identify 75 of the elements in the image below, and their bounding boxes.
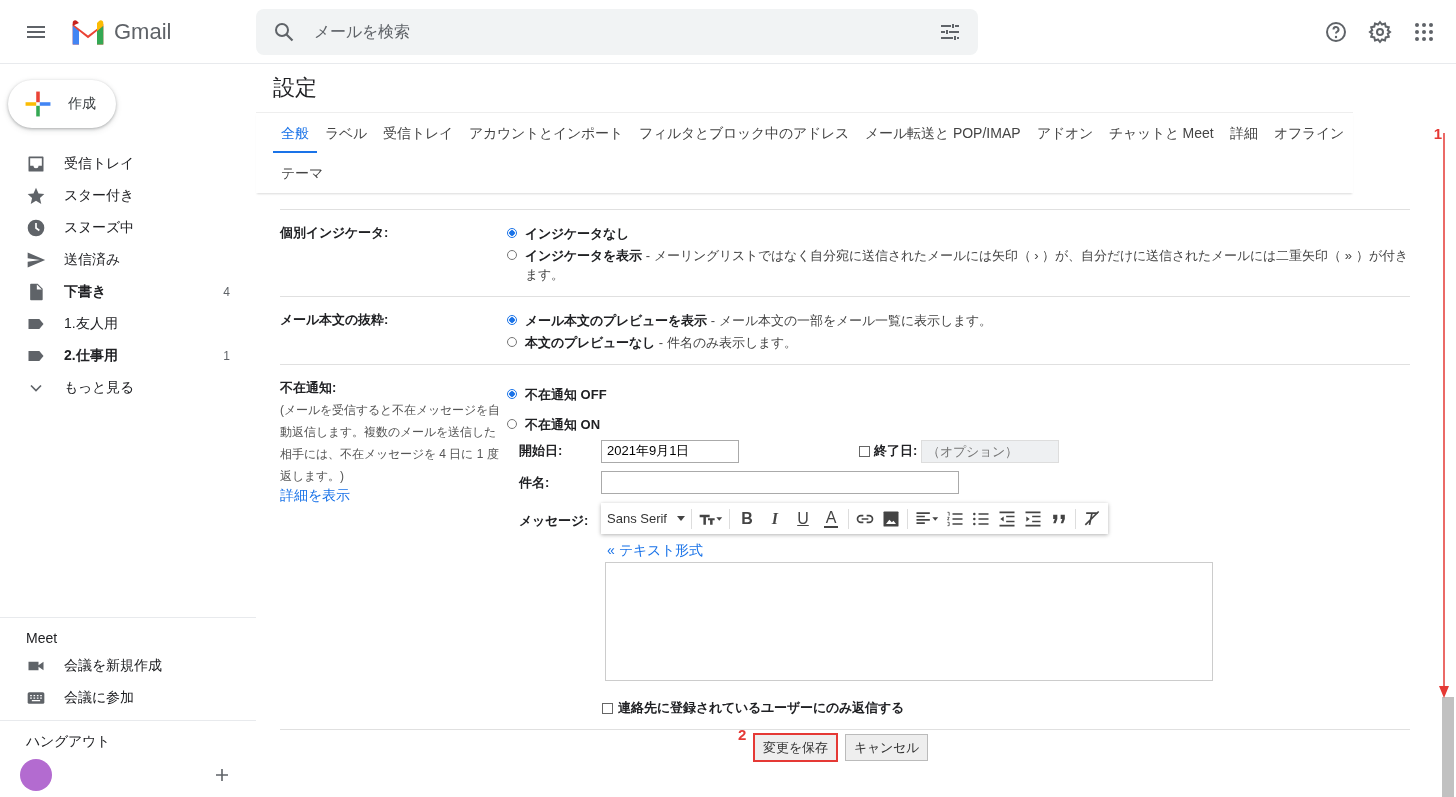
search-bar[interactable]: メールを検索 [256, 8, 978, 55]
option-label: インジケータを表示 - メーリングリストではなく自分宛に送信されたメールには矢印（ › ）が、自分だけに送信されたメールには二重矢印（ » ）が付きます。 [525, 247, 1409, 284]
checkbox[interactable] [602, 702, 613, 714]
details-link[interactable]: 詳細を表示 [280, 487, 507, 505]
checkbox-label: 連絡先に登録されているユーザーにのみ返信する [618, 699, 904, 717]
settings-tab[interactable]: フィルタとブロック中のアドレス [631, 113, 857, 153]
inbox-icon [26, 154, 46, 174]
radio-button[interactable] [507, 389, 517, 399]
compose-button[interactable]: 作成 [8, 80, 116, 128]
setting-note: (メールを受信すると不在メッセージを自動返信します。複数のメールを送信した相手には、不在メッセージを 4 日に 1 度返します。) [280, 402, 501, 485]
field-label: メッセージ: [519, 512, 590, 530]
cancel-button[interactable]: キャンセル [845, 734, 928, 761]
option-label: インジケータなし [525, 225, 629, 243]
font-dropdown[interactable]: Sans Serif [607, 511, 685, 526]
avatar[interactable] [20, 759, 52, 791]
italic-button[interactable]: I [764, 509, 786, 528]
settings-tab[interactable]: テーマ [273, 153, 331, 193]
settings-tab[interactable]: チャットと Meet [1100, 113, 1222, 153]
sidebar-item[interactable]: 会議を新規作成 [0, 650, 256, 682]
bold-button[interactable]: B [736, 509, 758, 528]
setting-label: 不在通知: [280, 379, 338, 397]
underline-button[interactable]: U [792, 509, 814, 528]
subject-input[interactable] [601, 471, 959, 494]
caret-icon [677, 516, 685, 521]
plain-text-link[interactable]: « テキスト形式 [607, 542, 1213, 560]
text-color-button[interactable]: A [824, 509, 838, 528]
radio-button[interactable] [507, 337, 517, 347]
settings-tab[interactable]: アカウントとインポート [461, 113, 631, 153]
envelope-logo-icon [70, 17, 106, 46]
setting-label: メール本文の抜粋: [280, 311, 390, 329]
sidebar-item[interactable]: 受信トレイ [0, 148, 256, 180]
help-icon[interactable] [1324, 19, 1348, 44]
sidebar-item[interactable]: 2.仕事用 1 [0, 340, 256, 372]
sidebar-item[interactable]: スター付き [0, 180, 256, 212]
settings-tab[interactable]: 全般 [273, 113, 317, 153]
option-label: 不在通知 OFF [525, 385, 607, 404]
search-input[interactable]: メールを検索 [312, 21, 922, 42]
add-icon[interactable] [214, 767, 230, 783]
field-label: 件名: [519, 474, 551, 492]
sidebar-item[interactable]: 1.友人用 [0, 308, 256, 340]
step-number: 2 [738, 726, 747, 743]
save-button[interactable]: 変更を保存 [754, 734, 837, 761]
settings-icon[interactable] [1368, 19, 1392, 44]
option-label: 不在通知 ON [525, 415, 601, 434]
radio-button[interactable] [507, 228, 517, 238]
radio-button[interactable] [507, 419, 517, 429]
clock-icon [26, 218, 46, 238]
setting-label: 個別インジケータ: [280, 224, 390, 242]
settings-tab[interactable]: ラベル [317, 113, 375, 153]
sidebar-item[interactable]: 送信済み [0, 244, 256, 276]
option-label: メール本文のプレビューを表示 - メール本文の一部をメール一覧に表示します。 [525, 312, 992, 330]
sidebar-item[interactable]: 会議に参加 [0, 682, 256, 714]
date-input[interactable]: 2021年9月1日 [601, 439, 739, 463]
settings-tab[interactable]: 受信トレイ [375, 113, 461, 153]
field-label: 終了日: [874, 442, 918, 460]
send-icon [26, 250, 46, 270]
settings-tab[interactable]: 詳細 [1221, 113, 1266, 153]
section-title: Meet [25, 630, 59, 646]
radio-button[interactable] [507, 250, 517, 260]
sidebar-item[interactable]: もっと見る [0, 372, 256, 404]
option-label: 本文のプレビューなし - 件名のみ表示します。 [525, 334, 797, 352]
page-title: 設定 [273, 74, 317, 102]
settings-tab[interactable]: オフライン [1265, 113, 1352, 153]
radio-button[interactable] [507, 315, 517, 325]
sidebar-item[interactable]: 下書き 4 [0, 276, 256, 308]
sidebar-item[interactable]: スヌーズ中 [0, 212, 256, 244]
scrollbar-thumb[interactable] [1442, 697, 1454, 797]
section-title: ハングアウト [25, 733, 111, 751]
star-icon [26, 186, 46, 206]
checkbox[interactable] [859, 445, 870, 457]
app-name: Gmail [114, 18, 172, 45]
step-number: 1 [1433, 125, 1442, 142]
settings-tab[interactable]: メール転送と POP/IMAP [857, 113, 1029, 153]
field-label: 開始日: [519, 442, 564, 460]
settings-tab[interactable]: アドオン [1028, 113, 1101, 153]
